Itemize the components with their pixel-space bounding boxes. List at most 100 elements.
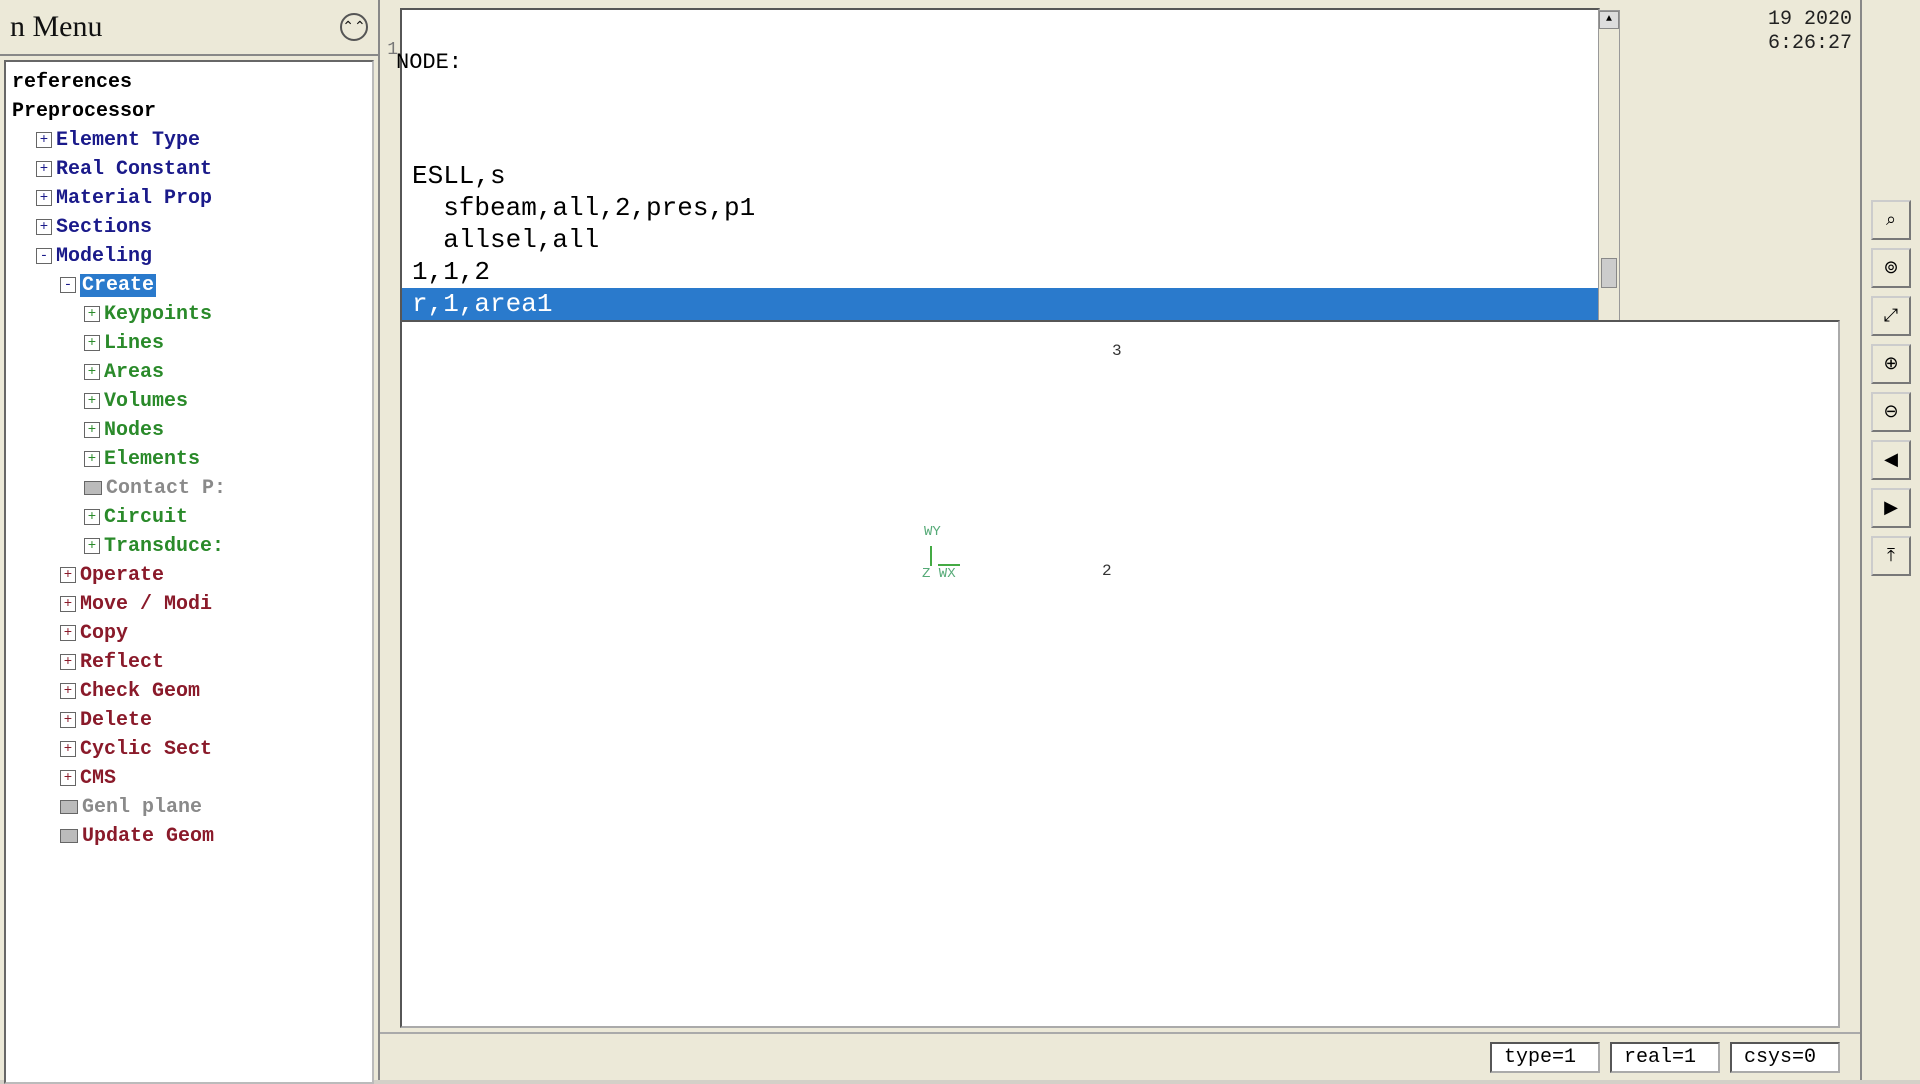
collapse-up-icon[interactable]: ⌃⌃ — [340, 13, 368, 41]
tree-item-label: Update Geom — [82, 825, 214, 848]
graphics-viewport[interactable]: 3 2 WY Z WX — [400, 320, 1840, 1028]
tree-item-genl-plane[interactable]: Genl plane — [10, 793, 368, 822]
editor-line[interactable]: ESLL,s — [402, 160, 1598, 192]
tree-item-reflect[interactable]: +Reflect — [10, 648, 368, 677]
editor-side-label: NODE: — [396, 50, 462, 75]
tree-item-contact-p-[interactable]: Contact P: — [10, 474, 368, 503]
tree-item-real-constant[interactable]: +Real Constant — [10, 155, 368, 184]
expand-icon[interactable]: + — [84, 393, 100, 409]
editor-gutter: 1 — [362, 40, 398, 60]
tree-item-update-geom[interactable]: Update Geom — [10, 822, 368, 851]
tree-item-create[interactable]: -Create — [10, 271, 368, 300]
tree-item-label: Keypoints — [104, 303, 212, 326]
tree-item-label: Copy — [80, 622, 128, 645]
node-icon — [60, 829, 78, 843]
expand-icon[interactable]: + — [60, 683, 76, 699]
main-menu-sidebar: n Menu ⌃⌃ referencesPreprocessor+Element… — [0, 0, 380, 1080]
toolbar-button-2[interactable]: ⤢ — [1871, 296, 1911, 336]
timestamp-time: 6:26:27 — [1768, 32, 1852, 56]
tree-item-label: Element Type — [56, 129, 200, 152]
tree-item-label: references — [12, 71, 132, 94]
toolbar-button-5[interactable]: ◀ — [1871, 440, 1911, 480]
timestamp: 19 2020 6:26:27 — [1768, 8, 1852, 56]
toolbar-button-7[interactable]: ⤒ — [1871, 536, 1911, 576]
status-type: type=1 — [1490, 1042, 1600, 1073]
tree-item-keypoints[interactable]: +Keypoints — [10, 300, 368, 329]
node-icon — [60, 800, 78, 814]
tree-item-label: Contact P: — [106, 477, 226, 500]
expand-icon[interactable]: + — [60, 625, 76, 641]
expand-icon[interactable]: + — [36, 161, 52, 177]
tree-item-delete[interactable]: +Delete — [10, 706, 368, 735]
tree-item-element-type[interactable]: +Element Type — [10, 126, 368, 155]
toolbar-button-6[interactable]: ▶ — [1871, 488, 1911, 528]
tree-item-copy[interactable]: +Copy — [10, 619, 368, 648]
editor-line[interactable]: 1,1,2 — [402, 256, 1598, 288]
expand-icon[interactable]: + — [84, 364, 100, 380]
toolbar-button-3[interactable]: ⊕ — [1871, 344, 1911, 384]
expand-icon[interactable]: + — [84, 335, 100, 351]
expand-icon[interactable]: + — [84, 538, 100, 554]
tree-item-label: Transduce: — [104, 535, 224, 558]
tree-item-cyclic-sect[interactable]: +Cyclic Sect — [10, 735, 368, 764]
tree-item-label: Move / Modi — [80, 593, 212, 616]
tree-item-modeling[interactable]: -Modeling — [10, 242, 368, 271]
menu-tree: referencesPreprocessor+Element Type+Real… — [4, 60, 374, 1084]
expand-icon[interactable]: + — [84, 306, 100, 322]
main-area: 19 2020 6:26:27 1 NODE: ESLL,s sfbeam,al… — [380, 0, 1860, 1080]
tree-item-move-modi[interactable]: +Move / Modi — [10, 590, 368, 619]
tree-item-preprocessor[interactable]: Preprocessor — [10, 97, 368, 126]
tree-item-label: Elements — [104, 448, 200, 471]
tree-item-label: Sections — [56, 216, 152, 239]
tree-item-volumes[interactable]: +Volumes — [10, 387, 368, 416]
tree-item-label: Areas — [104, 361, 164, 384]
toolbar-button-4[interactable]: ⊖ — [1871, 392, 1911, 432]
scroll-thumb[interactable] — [1601, 258, 1617, 288]
editor-line[interactable]: r,1,area1 — [402, 288, 1598, 320]
expand-icon[interactable]: - — [60, 277, 76, 293]
expand-icon[interactable]: + — [60, 741, 76, 757]
tree-item-sections[interactable]: +Sections — [10, 213, 368, 242]
tree-item-areas[interactable]: +Areas — [10, 358, 368, 387]
expand-icon[interactable]: + — [60, 770, 76, 786]
expand-icon[interactable]: + — [84, 509, 100, 525]
tree-item-references[interactable]: references — [10, 68, 368, 97]
tree-item-lines[interactable]: +Lines — [10, 329, 368, 358]
status-real: real=1 — [1610, 1042, 1720, 1073]
tree-item-cms[interactable]: +CMS — [10, 764, 368, 793]
expand-icon[interactable]: + — [60, 712, 76, 728]
editor-line[interactable]: allsel,all — [402, 224, 1598, 256]
scroll-up-icon[interactable]: ▲ — [1599, 11, 1619, 29]
sidebar-header: n Menu ⌃⌃ — [0, 0, 378, 56]
toolbar-button-1[interactable]: ⊚ — [1871, 248, 1911, 288]
tree-item-label: Nodes — [104, 419, 164, 442]
expand-icon[interactable]: + — [36, 190, 52, 206]
tree-item-label: CMS — [80, 767, 116, 790]
timestamp-date: 19 2020 — [1768, 8, 1852, 32]
node-icon — [84, 481, 102, 495]
tree-item-label: Modeling — [56, 245, 152, 268]
tree-item-transduce-[interactable]: +Transduce: — [10, 532, 368, 561]
tree-item-material-prop[interactable]: +Material Prop — [10, 184, 368, 213]
expand-icon[interactable]: + — [60, 567, 76, 583]
tree-item-operate[interactable]: +Operate — [10, 561, 368, 590]
tree-item-elements[interactable]: +Elements — [10, 445, 368, 474]
expand-icon[interactable]: + — [36, 219, 52, 235]
expand-icon[interactable]: + — [84, 422, 100, 438]
expand-icon[interactable]: + — [36, 132, 52, 148]
status-bar: type=1 real=1 csys=0 — [380, 1032, 1860, 1080]
expand-icon[interactable]: + — [60, 596, 76, 612]
tree-item-nodes[interactable]: +Nodes — [10, 416, 368, 445]
tree-item-label: Genl plane — [82, 796, 202, 819]
tree-item-label: Check Geom — [80, 680, 200, 703]
expand-icon[interactable]: + — [60, 654, 76, 670]
tree-item-label: Preprocessor — [12, 100, 156, 123]
expand-icon[interactable]: + — [84, 451, 100, 467]
expand-icon[interactable]: - — [36, 248, 52, 264]
node-point-2: 2 — [1102, 562, 1112, 580]
toolbar-button-0[interactable]: ⌕ — [1871, 200, 1911, 240]
editor-line[interactable]: sfbeam,all,2,pres,p1 — [402, 192, 1598, 224]
tree-item-check-geom[interactable]: +Check Geom — [10, 677, 368, 706]
tree-item-circuit[interactable]: +Circuit — [10, 503, 368, 532]
tree-item-label: Circuit — [104, 506, 188, 529]
